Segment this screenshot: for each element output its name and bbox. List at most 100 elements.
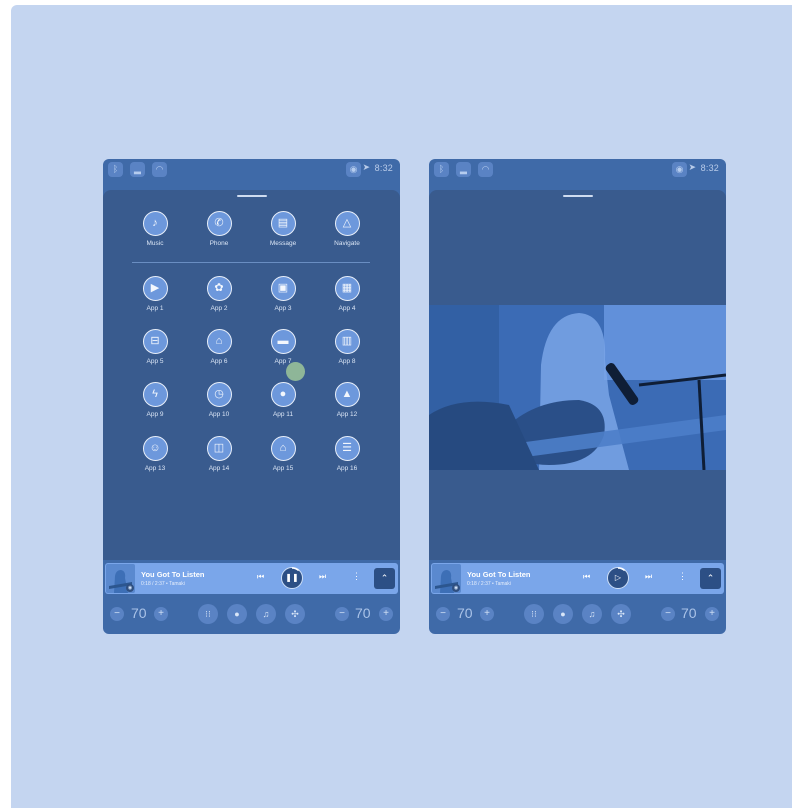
temp-down-right-button[interactable]: − xyxy=(661,607,675,621)
wifi-icon: ◠ xyxy=(152,162,167,177)
app-label: App 4 xyxy=(338,305,356,312)
bluetooth-icon: ᛒ xyxy=(108,162,123,177)
app-navigate[interactable]: △ Navigate xyxy=(317,211,377,247)
app-label: App 9 xyxy=(146,411,164,418)
app-music[interactable]: ♪ Music xyxy=(125,211,185,247)
phone-icon: ✆ xyxy=(206,211,232,236)
video-frame-illustration xyxy=(429,305,726,470)
expand-player-button[interactable]: ⌃ xyxy=(374,568,395,589)
temp-up-right-button[interactable]: + xyxy=(379,607,393,621)
next-track-icon[interactable]: ⏭ xyxy=(645,572,652,582)
app-app-8[interactable]: ▥ App 8 xyxy=(317,329,377,365)
temp-down-left-button[interactable]: − xyxy=(110,607,124,621)
app-label: App 2 xyxy=(210,305,228,312)
app-app-10[interactable]: ◷ App 10 xyxy=(189,382,249,418)
app-app-4[interactable]: ▦ App 4 xyxy=(317,276,377,312)
status-bar: ᛒ ▂ ◠ ◉ ➤ 8:32 xyxy=(429,159,726,181)
play-button[interactable]: ▷ xyxy=(606,566,629,589)
notification-icon[interactable]: ◉ xyxy=(672,162,687,177)
app-phone[interactable]: ✆ Phone xyxy=(189,211,249,247)
more-options-icon[interactable]: ⋮ xyxy=(678,571,687,582)
bottom-bar: − 70 + ⁝⁝ ● ♫ ✣ − 70 + xyxy=(103,599,400,629)
app-grid-icon[interactable]: ⁝⁝ xyxy=(524,604,544,624)
temp-down-right-button[interactable]: − xyxy=(335,607,349,621)
source-badge-icon: ◉ xyxy=(126,584,134,592)
bluetooth-icon: ᛒ xyxy=(434,162,449,177)
media-player-bar[interactable]: ◉ You Got To Listen 0:18 / 2:37 • Tamaki… xyxy=(105,563,398,594)
app-app-9[interactable]: ϟ App 9 xyxy=(125,382,185,418)
temp-up-left-button[interactable]: + xyxy=(480,607,494,621)
album-art[interactable]: ◉ xyxy=(432,564,461,593)
touch-indicator xyxy=(286,362,305,381)
temp-up-right-button[interactable]: + xyxy=(705,607,719,621)
car-screen-video: ᛒ ▂ ◠ ◉ ➤ 8:32 ◉ You Got To Listen 0:18 … xyxy=(429,159,726,634)
play-icon: ▶ xyxy=(142,276,168,301)
clock: 8:32 xyxy=(700,163,719,173)
assistant-icon[interactable]: ● xyxy=(227,604,247,624)
app-label: Phone xyxy=(209,240,229,247)
media-player-bar[interactable]: ◉ You Got To Listen 0:18 / 2:37 • Tamaki… xyxy=(431,563,724,594)
chevron-up-icon: ⌃ xyxy=(706,573,715,583)
flower-icon: ✿ xyxy=(206,276,232,301)
app-label: App 16 xyxy=(336,465,358,472)
app-label: App 11 xyxy=(272,411,294,418)
signal-icon: ▂ xyxy=(130,162,145,177)
video-player[interactable] xyxy=(429,305,726,470)
notification-icon[interactable]: ◉ xyxy=(346,162,361,177)
temp-right: 70 xyxy=(681,605,697,621)
wifi-icon: ◠ xyxy=(478,162,493,177)
album-art[interactable]: ◉ xyxy=(106,564,135,593)
app-app-2[interactable]: ✿ App 2 xyxy=(189,276,249,312)
document-icon: ▥ xyxy=(334,329,360,354)
fan-icon[interactable]: ✣ xyxy=(285,604,305,624)
next-track-icon[interactable]: ⏭ xyxy=(319,572,326,582)
bell-icon[interactable]: ♫ xyxy=(256,604,276,624)
app-label: App 13 xyxy=(144,465,166,472)
app-app-3[interactable]: ▣ App 3 xyxy=(253,276,313,312)
navigation-icon: △ xyxy=(334,211,360,236)
alarm-icon: ◷ xyxy=(206,382,232,407)
navigation-arrow-icon: ➤ xyxy=(362,162,370,172)
app-app-14[interactable]: ◫ App 14 xyxy=(189,436,249,472)
app-label: App 3 xyxy=(274,305,292,312)
temp-left: 70 xyxy=(457,605,473,621)
car-screen-launcher: ᛒ ▂ ◠ ◉ ➤ 8:32 ♪ Music ✆ Phone ▤ Message △ Navi… xyxy=(103,159,400,634)
fan-icon[interactable]: ✣ xyxy=(611,604,631,624)
navigation-icon: ▲ xyxy=(334,382,360,407)
drag-handle[interactable] xyxy=(563,195,593,197)
temp-left: 70 xyxy=(131,605,147,621)
clapper-icon: ▬ xyxy=(270,329,296,354)
navigation-arrow-icon: ➤ xyxy=(688,162,696,172)
app-app-16[interactable]: ☰ App 16 xyxy=(317,436,377,472)
list-icon: ☰ xyxy=(334,436,360,461)
person-icon: ☺ xyxy=(142,436,168,461)
app-app-1[interactable]: ▶ App 1 xyxy=(125,276,185,312)
previous-track-icon[interactable]: ⏮ xyxy=(583,572,590,582)
app-app-7[interactable]: ▬ App 7 xyxy=(253,329,313,365)
assistant-icon[interactable]: ● xyxy=(553,604,573,624)
more-options-icon[interactable]: ⋮ xyxy=(352,571,361,582)
app-message[interactable]: ▤ Message xyxy=(253,211,313,247)
app-app-13[interactable]: ☺ App 13 xyxy=(125,436,185,472)
app-grid-icon[interactable]: ⁝⁝ xyxy=(198,604,218,624)
previous-track-icon[interactable]: ⏮ xyxy=(257,572,264,582)
drag-handle[interactable] xyxy=(237,195,267,197)
app-label: App 7 xyxy=(274,358,292,365)
bell-icon[interactable]: ♫ xyxy=(582,604,602,624)
app-label: App 12 xyxy=(336,411,358,418)
app-label: App 6 xyxy=(210,358,228,365)
temp-down-left-button[interactable]: − xyxy=(436,607,450,621)
temp-up-left-button[interactable]: + xyxy=(154,607,168,621)
app-label: App 1 xyxy=(146,305,164,312)
app-app-6[interactable]: ⌂ App 6 xyxy=(189,329,249,365)
app-app-5[interactable]: ⊟ App 5 xyxy=(125,329,185,365)
signal-icon: ▂ xyxy=(456,162,471,177)
app-app-11[interactable]: ● App 11 xyxy=(253,382,313,418)
expand-player-button[interactable]: ⌃ xyxy=(700,568,721,589)
divider xyxy=(132,262,370,263)
app-app-15[interactable]: ⌂ App 15 xyxy=(253,436,313,472)
app-app-12[interactable]: ▲ App 12 xyxy=(317,382,377,418)
pause-button[interactable]: ❚❚ xyxy=(280,566,303,589)
app-launcher-sheet: ♪ Music ✆ Phone ▤ Message △ Navigate ▶ App 1 ✿ App… xyxy=(103,190,400,560)
mic-icon: ● xyxy=(270,382,296,407)
